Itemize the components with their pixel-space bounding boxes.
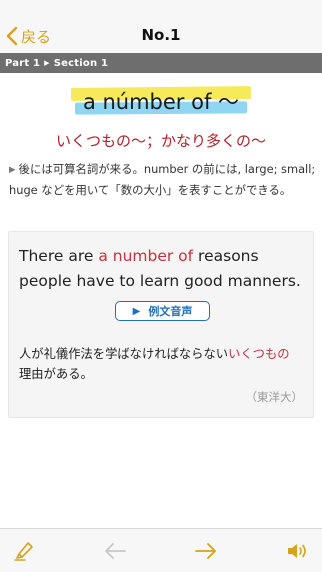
example-box: There are a number of reasons people hav… bbox=[8, 231, 314, 418]
example-sentence-ja: 人が礼儀作法を学ばなければならないいくつもの理由がある。 bbox=[19, 344, 309, 384]
example-sentence-en: There are a number of reasons people hav… bbox=[19, 244, 309, 294]
marker-button[interactable] bbox=[4, 529, 44, 572]
bottom-toolbar bbox=[0, 528, 322, 572]
play-icon: ▶ bbox=[132, 305, 141, 317]
meaning: いくつもの～；かなり多くの～ bbox=[55, 132, 266, 150]
example-ja-highlight: いくつもの bbox=[228, 347, 290, 361]
usage-note-text: 後には可算名詞が来る。number の前には, large; small; hu… bbox=[9, 162, 316, 197]
chevron-left-icon bbox=[6, 26, 18, 46]
back-label: 戻る bbox=[21, 27, 52, 46]
audio-button[interactable] bbox=[277, 529, 317, 572]
example-ja-before: 人が礼儀作法を学ばなければならない bbox=[19, 347, 229, 361]
example-audio-button[interactable]: ▶ 例文音声 bbox=[115, 301, 210, 321]
example-en-before: There are bbox=[19, 247, 99, 265]
arrow-right-icon bbox=[195, 543, 216, 559]
breadcrumb: Part 1 ▶ Section 1 bbox=[0, 53, 322, 73]
next-button[interactable] bbox=[186, 529, 226, 572]
highlighter-icon bbox=[14, 542, 33, 561]
triangle-right-icon: ▶ bbox=[9, 165, 16, 175]
headword-text: a númber of ～ bbox=[82, 90, 240, 114]
example-ja-after: 理由がある。 bbox=[19, 367, 93, 381]
triangle-right-icon: ▶ bbox=[44, 59, 50, 67]
example-audio-label: 例文音声 bbox=[148, 305, 193, 318]
navigation-bar: 戻る No.1 bbox=[0, 0, 322, 53]
headword: a númber of ～ bbox=[70, 85, 252, 119]
usage-note: ▶ 後には可算名詞が来る。number の前には, large; small; h… bbox=[9, 160, 319, 200]
breadcrumb-section: Section 1 bbox=[53, 57, 109, 69]
example-source: （東洋大） bbox=[245, 390, 304, 404]
previous-button[interactable] bbox=[95, 529, 135, 572]
back-button[interactable]: 戻る bbox=[6, 24, 51, 48]
headword-container: a númber of ～ bbox=[0, 85, 322, 119]
speaker-icon bbox=[288, 544, 306, 558]
arrow-left-icon bbox=[105, 543, 126, 559]
example-en-highlight: a number of bbox=[98, 247, 194, 265]
breadcrumb-part: Part 1 bbox=[5, 57, 41, 69]
